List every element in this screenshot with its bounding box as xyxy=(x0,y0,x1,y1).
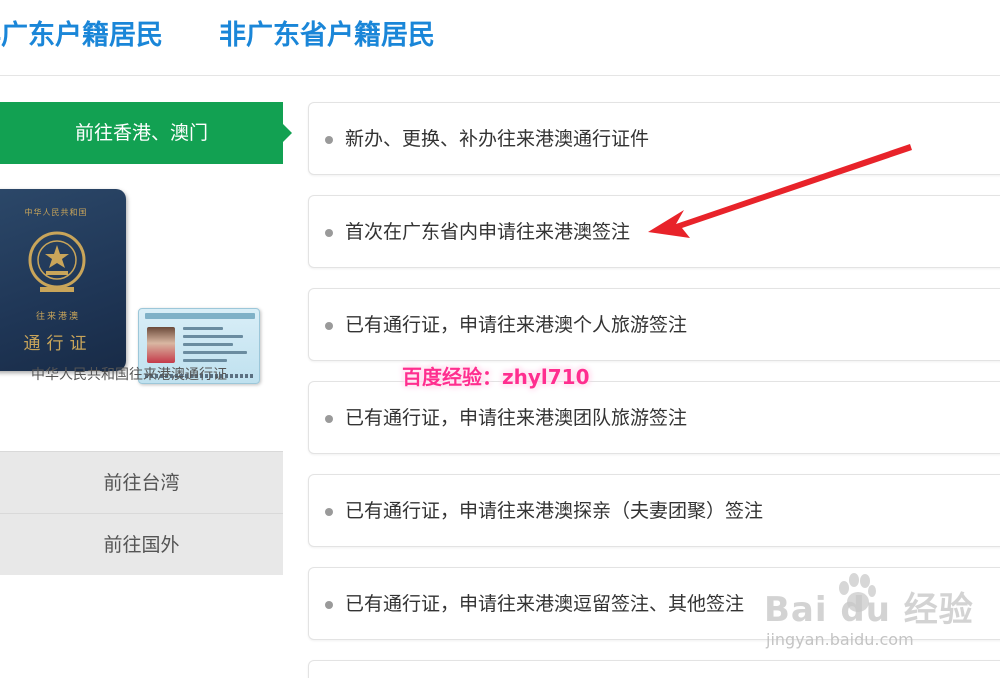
service-item-partial[interactable] xyxy=(308,660,1000,678)
passport-image: 中华人民共和国 往来港澳 通行证 xyxy=(0,189,126,371)
logo-text: Bai du 经验 xyxy=(764,590,974,630)
bullet-icon xyxy=(325,136,333,144)
service-item-label: 已有通行证，申请往来港澳逗留签注、其他签注 xyxy=(345,593,745,615)
passport-cover-top: 中华人民共和国 xyxy=(24,208,88,217)
bullet-icon xyxy=(325,229,333,237)
national-emblem-icon xyxy=(28,231,86,292)
service-item-label: 已有通行证，申请往来港澳探亲（夫妻团聚）签注 xyxy=(345,500,764,522)
bullet-icon xyxy=(325,508,333,516)
bullet-icon xyxy=(325,415,333,423)
logo-url: jingyan.baidu.com xyxy=(766,630,914,649)
passport-caption: 中华人民共和国往来港澳通行证 xyxy=(31,367,227,383)
tab-non-guangdong-resident[interactable]: 非广东户籍居民 xyxy=(0,16,163,56)
menu-item-label: 前往香港、澳门 xyxy=(74,122,208,144)
card-line xyxy=(183,327,223,330)
service-item-label: 首次在广东省内申请往来港澳签注 xyxy=(345,221,631,243)
document-illustration: 中华人民共和国 往来港澳 通行证 中华人民共和国往来港澳通行证 xyxy=(0,164,283,451)
menu-item-abroad[interactable]: 前往国外 xyxy=(0,513,283,575)
destination-menu: 前往香港、澳门 中华人民共和国 往来港澳 通行证 中华人民共和国往来港澳通行证 … xyxy=(0,102,292,575)
service-item-individual-tour[interactable]: 已有通行证，申请往来港澳个人旅游签注 xyxy=(308,288,1000,361)
page: 非广东户籍居民 非广东省户籍居民 前往香港、澳门 中华人民共和国 往来港澳 通行… xyxy=(0,0,1000,678)
passport-cover-bottom: 通行证 xyxy=(23,334,93,354)
bullet-icon xyxy=(325,601,333,609)
active-caret-icon xyxy=(283,124,292,142)
residence-tabs: 非广东户籍居民 非广东省户籍居民 xyxy=(0,0,1000,76)
menu-item-hongkong-macau[interactable]: 前往香港、澳门 xyxy=(0,102,292,164)
service-item-family-visit[interactable]: 已有通行证，申请往来港澳探亲（夫妻团聚）签注 xyxy=(308,474,1000,547)
service-item-label: 新办、更换、补办往来港澳通行证件 xyxy=(345,128,650,150)
card-line xyxy=(183,343,233,346)
passport-cover-mid: 往来港澳 xyxy=(35,312,80,322)
tab-non-guangdong-province-resident[interactable]: 非广东省户籍居民 xyxy=(219,16,435,56)
service-item-label: 已有通行证，申请往来港澳个人旅游签注 xyxy=(345,314,688,336)
card-line xyxy=(183,351,247,354)
menu-item-taiwan[interactable]: 前往台湾 xyxy=(0,451,283,513)
red-arrow-icon xyxy=(648,144,912,238)
card-photo xyxy=(147,327,175,363)
card-line xyxy=(183,335,243,338)
bullet-icon xyxy=(325,322,333,330)
baidu-jingyan-watermark: 百度经验：zhyl710 xyxy=(402,365,590,389)
card-header xyxy=(145,313,255,319)
card-line xyxy=(183,359,227,362)
